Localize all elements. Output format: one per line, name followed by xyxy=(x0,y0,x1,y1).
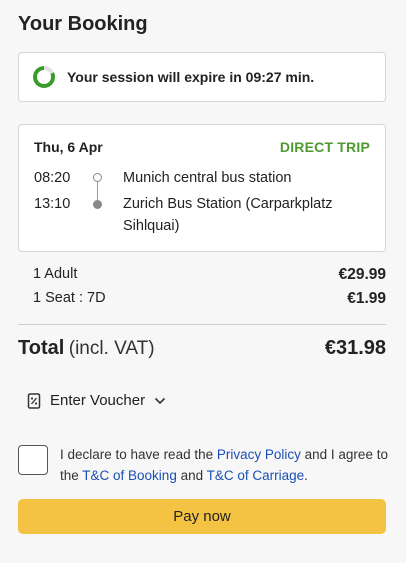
consent-text-part: . xyxy=(304,468,308,483)
price-label: 1 Adult xyxy=(33,266,78,282)
total-amount: €31.98 xyxy=(324,337,386,359)
session-timer-box: Your session will expire in 09:27 min. xyxy=(18,52,386,102)
consent-text-part: and xyxy=(176,468,207,483)
route-line xyxy=(97,182,98,201)
session-expiry-text: Your session will expire in 09:27 min. xyxy=(67,69,315,85)
trip-type-badge: DIRECT TRIP xyxy=(279,139,370,155)
departure-time: 08:20 xyxy=(34,170,71,186)
pay-now-button[interactable]: Pay now xyxy=(18,499,386,534)
tc-booking-link[interactable]: T&C of Booking xyxy=(82,468,177,483)
total-label: Total xyxy=(18,337,65,359)
consent-checkbox[interactable] xyxy=(18,445,48,475)
voucher-icon xyxy=(27,392,41,409)
tc-carriage-link[interactable]: T&C of Carriage xyxy=(207,468,305,483)
consent-text: I declare to have read the Privacy Polic… xyxy=(60,444,390,486)
divider xyxy=(18,324,386,325)
departure-dot-icon xyxy=(93,173,102,182)
price-row-adult: 1 Adult €29.99 xyxy=(33,266,386,284)
chevron-down-icon xyxy=(154,397,166,404)
trip-card: Thu, 6 Apr DIRECT TRIP 08:20 Munich cent… xyxy=(18,124,386,252)
timer-icon xyxy=(33,66,55,88)
total-vat-note: (incl. VAT) xyxy=(68,338,155,359)
consent-text-part: I declare to have read the xyxy=(60,447,217,462)
price-label: 1 Seat : 7D xyxy=(33,290,106,306)
price-amount: €29.99 xyxy=(338,266,386,283)
enter-voucher-toggle[interactable]: Enter Voucher xyxy=(27,392,166,409)
arrival-station: Zurich Bus Station (Carparkplatz Sihlqua… xyxy=(123,196,333,234)
voucher-label: Enter Voucher xyxy=(50,392,146,409)
trip-date: Thu, 6 Apr xyxy=(34,139,103,155)
price-row-seat: 1 Seat : 7D €1.99 xyxy=(33,290,386,308)
price-amount: €1.99 xyxy=(347,290,386,307)
privacy-policy-link[interactable]: Privacy Policy xyxy=(217,447,301,462)
page-title: Your Booking xyxy=(18,13,148,35)
total-row: Total (incl. VAT) €31.98 xyxy=(18,337,386,360)
departure-station: Munich central bus station xyxy=(123,170,292,186)
arrival-dot-icon xyxy=(93,200,102,209)
arrival-time: 13:10 xyxy=(34,196,71,212)
